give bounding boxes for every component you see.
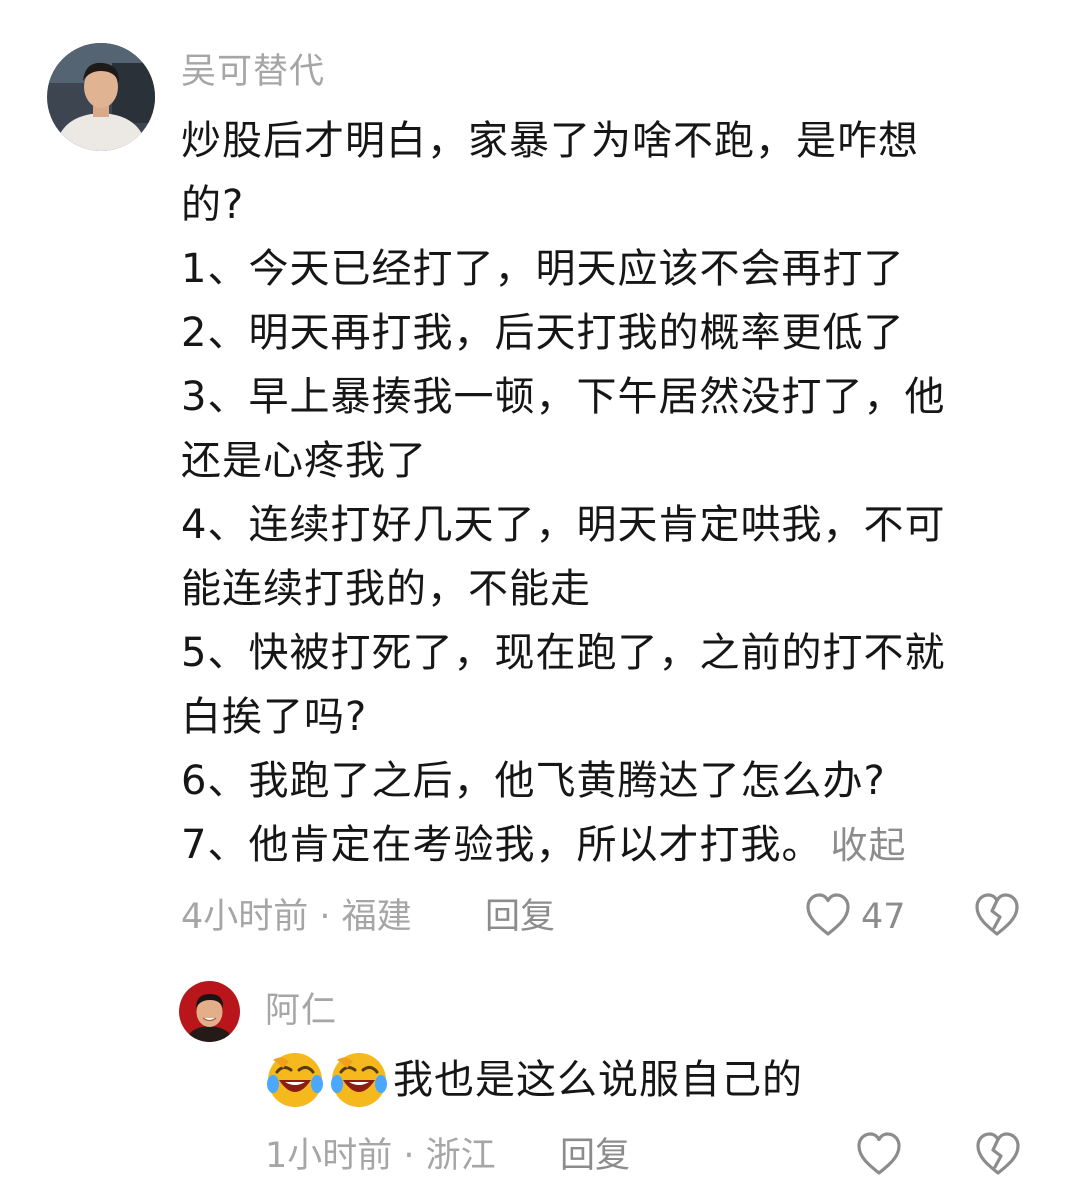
heart-outline-icon[interactable] [804,892,852,938]
reply-reply-button[interactable]: 回复 [560,1136,630,1176]
laughing-crying-emoji [267,1053,323,1107]
reply-body: 我也是这么说服自己的 [265,1046,803,1112]
reply-meta: 1小时前 · 浙江 [265,1136,496,1176]
reply-avatar-image [179,981,240,1042]
comment-line: 能连续打我的，不能走 [181,566,591,612]
comment-line: 7、他肯定在考验我，所以才打我。 [181,822,823,868]
laughing-crying-emoji [331,1053,387,1107]
avatar[interactable] [47,43,155,151]
reply-button[interactable]: 回复 [485,897,555,937]
heart-outline-icon[interactable] [855,1131,903,1177]
comment-line-last: 7、他肯定在考验我，所以才打我。 收起 [181,813,945,878]
collapse-button[interactable]: 收起 [830,824,906,867]
comment-line: 2、明天再打我，后天打我的概率更低了 [181,310,905,356]
reply-text: 我也是这么说服自己的 [393,1057,803,1103]
comment-line: 4、连续打好几天了，明天肯定哄我，不可 [181,502,946,548]
comment-line: 5、快被打死了，现在跑了，之前的打不就 [181,630,946,676]
broken-heart-icon[interactable] [974,1131,1022,1177]
comment-line: 炒股后才明白，家暴了为啥不跑，是咋想 [181,118,919,164]
avatar-image [47,43,155,151]
comment-line: 3、早上暴揍我一顿，下午居然没打了，他 [181,374,946,420]
comment-line: 1、今天已经打了，明天应该不会再打了 [181,246,905,292]
reply-avatar[interactable] [179,981,240,1042]
broken-heart-icon[interactable] [973,892,1021,938]
comment-line: 白挨了吗? [181,694,368,740]
comment-username[interactable]: 吴可替代 [181,52,325,92]
comment-line: 的? [181,182,245,228]
like-count: 47 [861,897,906,937]
comment-body: 炒股后才明白，家暴了为啥不跑，是咋想 的? 1、今天已经打了，明天应该不会再打了… [181,109,945,878]
comment-line: 还是心疼我了 [181,438,427,484]
comment-line: 6、我跑了之后，他飞黄腾达了怎么办? [181,758,886,804]
comment-meta: 4小时前 · 福建 [181,897,412,937]
reply-username[interactable]: 阿仁 [265,991,337,1031]
